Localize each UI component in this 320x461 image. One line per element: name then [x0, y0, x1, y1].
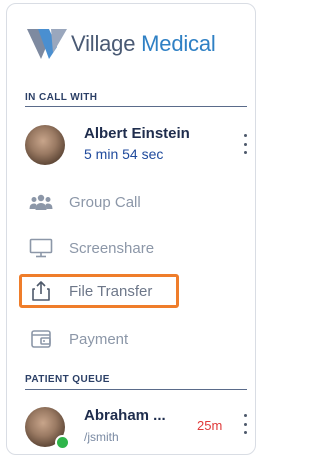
online-status-icon [55, 435, 70, 450]
patient-queue-divider [25, 389, 247, 390]
menu-label-screenshare: Screenshare [69, 239, 155, 257]
upload-icon [27, 280, 55, 302]
menu-item-file-transfer[interactable]: File Transfer [19, 274, 179, 308]
menu-label-file-transfer: File Transfer [69, 282, 153, 300]
group-icon [27, 191, 55, 213]
menu-item-payment[interactable]: Payment [19, 322, 239, 356]
in-call-heading: IN CALL WITH [25, 92, 98, 103]
menu-label-group-call: Group Call [69, 193, 141, 211]
brand-name: Village Medical [71, 31, 216, 57]
patient-username: /jsmith [84, 430, 119, 444]
call-sidebar-panel: Village Medical IN CALL WITH Albert Eins… [6, 3, 256, 455]
call-duration: 5 min 54 sec [84, 146, 164, 162]
wait-time: 25m [197, 418, 223, 433]
menu-item-screenshare[interactable]: Screenshare [19, 231, 239, 265]
monitor-icon [27, 237, 55, 259]
brand-word-1: Village [71, 31, 136, 56]
patient-queue-heading: PATIENT QUEUE [25, 374, 110, 385]
avatar [25, 125, 65, 165]
brand-logo: Village Medical [27, 24, 216, 64]
brand-word-2: Medical [141, 31, 216, 56]
village-medical-logo-icon [27, 29, 67, 59]
menu-item-group-call[interactable]: Group Call [19, 185, 239, 219]
patient-more-options-icon[interactable] [239, 414, 251, 434]
caller-name: Albert Einstein [84, 125, 190, 142]
wallet-icon [27, 328, 55, 350]
patient-name: Abraham ... [84, 407, 166, 424]
call-more-options-icon[interactable] [239, 134, 251, 154]
in-call-divider [25, 106, 247, 107]
menu-label-payment: Payment [69, 330, 129, 348]
